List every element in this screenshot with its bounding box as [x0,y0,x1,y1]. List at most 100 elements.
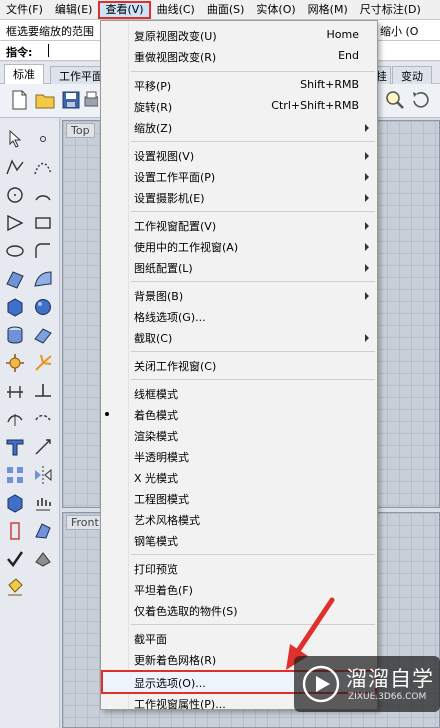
menu-item-label: 图纸配置(L) [134,262,193,275]
menu-item-wireframe-mode[interactable]: 线框模式 [101,383,377,404]
trim-icon[interactable] [4,408,26,430]
menu-item-pen-mode[interactable]: 钢笔模式 [101,530,377,551]
menu-item-label: 钢笔模式 [134,535,178,548]
menu-item-undo-view-change[interactable]: 复原视图改变(U) Home [101,25,377,46]
menu-item-label: 艺术风格模式 [134,514,200,527]
rotate-view-icon[interactable] [410,89,432,111]
menu-item-ghosted-mode[interactable]: 半透明模式 [101,446,377,467]
menu-item-technical-mode[interactable]: 工程图模式 [101,488,377,509]
watermark-name: 溜溜自学 [346,667,434,691]
split-icon[interactable] [32,408,54,430]
points-grid-icon[interactable] [32,492,54,514]
menu-item-shortcut: End [338,49,359,62]
shade-icon[interactable] [32,548,54,570]
menu-item-label: 工作视窗属性(P)... [134,698,226,711]
menu-item-zoom[interactable]: 缩放(Z) [101,117,377,138]
menu-item-label: 线框模式 [134,388,178,401]
menu-separator [131,554,375,555]
menu-surface[interactable]: 曲面(S) [201,0,251,20]
menu-solid[interactable]: 实体(O) [250,0,301,20]
menu-item-label: 工作视窗配置(V) [134,220,217,233]
sphere-solid-icon[interactable] [32,296,54,318]
submenu-arrow-icon [365,124,369,132]
menu-item-label: 仅着色选取的物件(S) [134,605,238,618]
print-icon[interactable] [84,89,98,111]
new-file-icon[interactable] [8,89,30,111]
move-icon[interactable] [32,436,54,458]
mesh-plane-icon[interactable] [32,324,54,346]
menu-item-set-cplane[interactable]: 设置工作平面(P) [101,166,377,187]
menu-item-shortcut: Shift+RMB [300,78,359,91]
menu-item-print-preview[interactable]: 打印预览 [101,558,377,579]
menu-item-label: 渲染模式 [134,430,178,443]
polyline-icon[interactable] [4,156,26,178]
render-settings-icon[interactable] [4,352,26,374]
menu-item-background-bitmap[interactable]: 背景图(B) [101,285,377,306]
save-icon[interactable] [60,89,82,111]
menu-item-capture[interactable]: 截取(C) [101,327,377,348]
rectangle-icon[interactable] [32,212,54,234]
polygon-icon[interactable] [4,212,26,234]
submenu-arrow-icon [365,243,369,251]
circle-icon[interactable] [4,184,26,206]
menu-separator [131,281,375,282]
arc-icon[interactable] [32,184,54,206]
box-solid-icon[interactable] [4,296,26,318]
watermark-logo-icon [302,665,340,703]
check-icon[interactable] [4,548,26,570]
ellipse-icon[interactable] [4,240,26,262]
curve-control-points-icon[interactable] [32,156,54,178]
menu-separator [131,351,375,352]
tab-standard[interactable]: 标准 [4,64,44,84]
viewport-top-label[interactable]: Top [66,123,95,138]
point-icon[interactable] [32,128,54,150]
viewport-front-label[interactable]: Front [66,515,104,530]
menu-item-rotate[interactable]: 旋转(R) Ctrl+Shift+RMB [101,96,377,117]
menu-item-rendered-mode[interactable]: 渲染模式 [101,425,377,446]
menu-item-redo-view-change[interactable]: 重做视图改变(R) End [101,46,377,67]
menu-item-label: 更新着色网格(R) [134,654,217,667]
zoom-out-option[interactable]: 缩小 (O [380,23,418,39]
submenu-arrow-icon [365,173,369,181]
menu-item-grid-options[interactable]: 格线选项(G)... [101,306,377,327]
menu-curve[interactable]: 曲线(C) [151,0,201,20]
menu-item-shortcut: Home [326,28,359,41]
menu-item-artistic-mode[interactable]: 艺术风格模式 [101,509,377,530]
zoom-icon[interactable] [384,89,406,111]
menu-item-set-camera[interactable]: 设置摄影机(E) [101,187,377,208]
submenu-arrow-icon [365,222,369,230]
menu-edit[interactable]: 编辑(E) [49,0,99,20]
extrude-text-icon[interactable] [4,436,26,458]
group-icon[interactable] [4,492,26,514]
tab-transform[interactable]: 变动 [392,66,432,84]
menu-item-close-viewport[interactable]: 关闭工作视窗(C) [101,355,377,376]
analyze-icon[interactable] [32,520,54,542]
cylinder-mesh-icon[interactable] [4,324,26,346]
menu-item-xray-mode[interactable]: X 光模式 [101,467,377,488]
menu-file[interactable]: 文件(F) [0,0,49,20]
menu-mesh[interactable]: 网格(M) [302,0,354,20]
fillet-curve-icon[interactable] [32,240,54,262]
menu-dimension[interactable]: 尺寸标注(D) [354,0,427,20]
paint-bucket-icon[interactable] [4,576,26,598]
text-leader-icon[interactable] [32,380,54,402]
menu-item-active-viewport[interactable]: 使用中的工作视窗(A) [101,236,377,257]
block-icon[interactable] [4,520,26,542]
menu-view[interactable]: 查看(V) [98,0,151,19]
mirror-icon[interactable] [32,464,54,486]
menu-item-label: 设置工作平面(P) [134,171,216,184]
select-arrow-icon[interactable] [4,128,26,150]
menu-item-pan[interactable]: 平移(P) Shift+RMB [101,75,377,96]
light-icon[interactable] [32,352,54,374]
open-folder-icon[interactable] [34,89,56,111]
surface-loft-icon[interactable] [32,268,54,290]
menu-item-shaded-mode[interactable]: 着色模式 [101,404,377,425]
menu-item-viewport-layout[interactable]: 工作视窗配置(V) [101,215,377,236]
surface-corner-icon[interactable] [4,268,26,290]
menu-item-set-view[interactable]: 设置视图(V) [101,145,377,166]
array-icon[interactable] [4,464,26,486]
command-history-text: 框选要缩放的范围 [6,25,94,38]
dimension-icon[interactable] [4,380,26,402]
watermark-url: ZIXUE.3D66.COM [348,692,427,702]
menu-item-layout-config[interactable]: 图纸配置(L) [101,257,377,278]
